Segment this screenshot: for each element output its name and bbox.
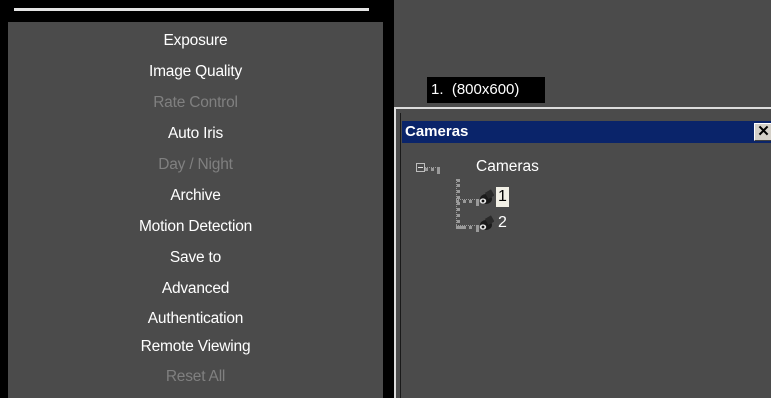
menu-item-reset-all: Reset All bbox=[165, 368, 226, 385]
tree-connector bbox=[456, 179, 460, 229]
tree-node-label: 1 bbox=[496, 187, 509, 207]
menu-item-save-to[interactable]: Save to bbox=[8, 245, 383, 271]
menu-item-day-night: Day / Night bbox=[158, 156, 233, 173]
menu-item-motion-detection[interactable]: Motion Detection bbox=[8, 214, 383, 240]
menu-item-remote-viewing[interactable]: Remote Viewing bbox=[8, 334, 383, 360]
menu-item-authentication[interactable]: Authentication bbox=[8, 306, 383, 332]
camera-icon bbox=[479, 189, 494, 204]
settings-panel: Exposure Image Quality Rate Control Auto… bbox=[0, 0, 390, 398]
camera-icon bbox=[479, 215, 494, 230]
menu-item-advanced[interactable]: Advanced bbox=[8, 276, 383, 302]
settings-menu: Exposure Image Quality Rate Control Auto… bbox=[8, 22, 383, 398]
tree-root-cameras[interactable]: Cameras bbox=[476, 157, 539, 177]
menu-item-rate-control: Rate Control bbox=[153, 94, 238, 111]
cameras-window: Cameras ✕ Cameras 1 2 bbox=[394, 107, 771, 398]
panel-divider bbox=[386, 0, 394, 398]
tree-node-label: 2 bbox=[498, 214, 507, 231]
video-area[interactable]: 1. (800x600) Cameras ✕ Cameras 1 2 bbox=[394, 0, 771, 398]
menu-item-exposure[interactable]: Exposure bbox=[8, 28, 383, 54]
menu-item-archive[interactable]: Archive bbox=[8, 183, 383, 209]
tree-connector bbox=[425, 167, 440, 171]
camera-tree: Cameras 1 2 bbox=[396, 109, 771, 398]
top-strip bbox=[8, 0, 390, 20]
progress-bar bbox=[14, 8, 369, 11]
collapse-toggle[interactable] bbox=[416, 163, 425, 172]
menu-item-image-quality[interactable]: Image Quality bbox=[8, 59, 383, 85]
channel-label: 1. (800x600) bbox=[427, 77, 545, 103]
menu-item-auto-iris[interactable]: Auto Iris bbox=[8, 121, 383, 147]
